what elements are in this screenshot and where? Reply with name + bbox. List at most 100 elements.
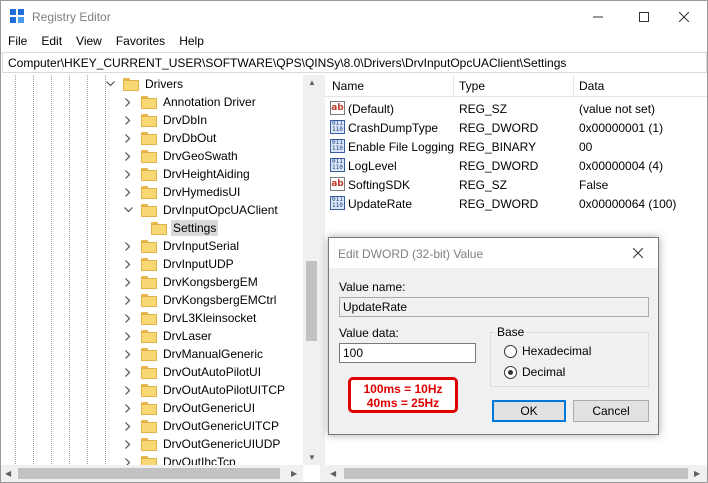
tree-item[interactable]: DrvKongsbergEM: [123, 273, 260, 291]
chevron-down-icon[interactable]: [105, 79, 115, 89]
list-row[interactable]: ab (Default) REG_SZ (value not set): [325, 99, 707, 118]
scroll-right-icon[interactable]: ▶: [694, 469, 700, 478]
tree-item-settings[interactable]: Settings: [151, 219, 219, 237]
tree-item[interactable]: DrvOutGenericUIUDP: [123, 435, 282, 453]
menu-help[interactable]: Help: [172, 32, 211, 51]
chevron-right-icon[interactable]: [123, 187, 133, 197]
cancel-button[interactable]: Cancel: [573, 400, 649, 422]
hexadecimal-radio[interactable]: Hexadecimal: [504, 344, 591, 358]
tree-item-label: Settings: [171, 220, 219, 236]
tree-item[interactable]: DrvOutGenericUI: [123, 399, 257, 417]
tree-item[interactable]: DrvDbOut: [123, 129, 218, 147]
scroll-right-icon[interactable]: ▶: [291, 469, 297, 478]
chevron-down-icon[interactable]: [123, 205, 133, 215]
value-type: REG_DWORD: [459, 197, 539, 211]
scrollbar-thumb[interactable]: [344, 468, 688, 479]
menu-favorites[interactable]: Favorites: [109, 32, 172, 51]
tree-item-label: DrvGeoSwath: [163, 149, 238, 163]
menu-view[interactable]: View: [69, 32, 109, 51]
chevron-right-icon[interactable]: [123, 439, 133, 449]
chevron-right-icon[interactable]: [123, 133, 133, 143]
tree-item[interactable]: DrvHymedisUI: [123, 183, 242, 201]
decimal-radio[interactable]: Decimal: [504, 365, 565, 379]
close-window-button[interactable]: [661, 1, 707, 32]
value-type: REG_SZ: [459, 178, 508, 192]
column-header-data[interactable]: Data: [579, 79, 604, 93]
chevron-right-icon[interactable]: [123, 169, 133, 179]
radio-unchecked-icon[interactable]: [504, 344, 517, 358]
chevron-right-icon[interactable]: [123, 97, 133, 107]
close-icon: [679, 11, 689, 22]
tree-item[interactable]: DrvOutAutoPilotUITCP: [123, 381, 287, 399]
binary-value-icon: 011 110: [330, 158, 345, 172]
update-rate-annotation: 100ms = 10Hz 40ms = 25Hz: [348, 377, 458, 413]
tree-item[interactable]: DrvLaser: [123, 327, 214, 345]
tree-item[interactable]: DrvGeoSwath: [123, 147, 240, 165]
address-bar[interactable]: Computer\HKEY_CURRENT_USER\SOFTWARE\QPS\…: [2, 52, 707, 73]
chevron-right-icon[interactable]: [123, 331, 133, 341]
tree-item-label: DrvOutAutoPilotUI: [163, 365, 262, 379]
tree-item-drvinputopcuaclient[interactable]: DrvInputOpcUAClient: [123, 201, 280, 219]
tree-item[interactable]: DrvKongsbergEMCtrl: [123, 291, 278, 309]
chevron-right-icon[interactable]: [123, 241, 133, 251]
scroll-left-icon[interactable]: ◀: [330, 469, 336, 478]
chevron-right-icon[interactable]: [123, 259, 133, 269]
value-type: REG_BINARY: [459, 140, 537, 154]
chevron-right-icon[interactable]: [123, 421, 133, 431]
tree-item[interactable]: DrvDbIn: [123, 111, 209, 129]
column-header-name[interactable]: Name: [332, 79, 364, 93]
scrollbar-thumb[interactable]: [306, 261, 317, 341]
column-header-type[interactable]: Type: [459, 79, 485, 93]
value-data: 0x00000064 (100): [579, 197, 677, 211]
chevron-right-icon[interactable]: [123, 295, 133, 305]
scroll-left-icon[interactable]: ◀: [5, 469, 11, 478]
list-row[interactable]: 011 110 CrashDumpType REG_DWORD 0x0000000…: [325, 118, 707, 137]
tree-item[interactable]: DrvOutGenericUITCP: [123, 417, 281, 435]
folder-icon: [141, 131, 157, 145]
scroll-down-icon[interactable]: ▼: [308, 453, 316, 462]
list-row[interactable]: 011 110 Enable File Logging REG_BINARY 00: [325, 137, 707, 156]
binary-value-icon: 011 110: [330, 196, 345, 210]
chevron-right-icon[interactable]: [123, 403, 133, 413]
ok-button[interactable]: OK: [492, 400, 566, 422]
chevron-right-icon[interactable]: [123, 115, 133, 125]
chevron-right-icon[interactable]: [123, 349, 133, 359]
value-data-field[interactable]: [339, 343, 476, 363]
tree-item[interactable]: DrvInputUDP: [123, 255, 236, 273]
folder-icon: [141, 401, 157, 415]
chevron-right-icon[interactable]: [123, 313, 133, 323]
tree-item-label: DrvLaser: [163, 329, 212, 343]
column-divider[interactable]: [573, 75, 574, 97]
folder-icon: [141, 95, 157, 109]
tree-item[interactable]: DrvOutAutoPilotUI: [123, 363, 263, 381]
value-type: REG_SZ: [459, 102, 508, 116]
chevron-right-icon[interactable]: [123, 277, 133, 287]
radio-checked-icon[interactable]: [504, 365, 517, 379]
tree-item-drivers[interactable]: Drivers: [105, 75, 185, 93]
menu-edit[interactable]: Edit: [34, 32, 69, 51]
chevron-right-icon[interactable]: [123, 385, 133, 395]
tree-horizontal-scrollbar[interactable]: ◀ ▶: [1, 465, 303, 482]
list-row[interactable]: 011 110 LogLevel REG_DWORD 0x00000004 (4): [325, 156, 707, 175]
scrollbar-thumb[interactable]: [18, 468, 280, 479]
tree-item[interactable]: DrvInputSerial: [123, 237, 241, 255]
tree-item[interactable]: DrvManualGeneric: [123, 345, 265, 363]
menu-file[interactable]: File: [1, 32, 34, 51]
list-row[interactable]: ab SoftingSDK REG_SZ False: [325, 175, 707, 194]
value-name-field[interactable]: [339, 297, 649, 317]
key-tree: Drivers Annotation Driver DrvDbIn DrvDbO…: [1, 75, 320, 482]
chevron-right-icon[interactable]: [123, 367, 133, 377]
tree-item[interactable]: Annotation Driver: [123, 93, 258, 111]
title-bar: Registry Editor: [1, 1, 707, 32]
minimize-button[interactable]: [575, 1, 621, 32]
dialog-close-button[interactable]: [629, 245, 647, 261]
tree-item[interactable]: DrvL3Kleinsocket: [123, 309, 258, 327]
chevron-right-icon[interactable]: [123, 151, 133, 161]
list-row[interactable]: 011 110 UpdateRate REG_DWORD 0x00000064 (…: [325, 194, 707, 213]
list-horizontal-scrollbar[interactable]: ◀ ▶: [325, 465, 707, 482]
tree-vertical-scrollbar[interactable]: ▲ ▼: [303, 75, 320, 465]
column-divider[interactable]: [453, 75, 454, 97]
tree-item[interactable]: DrvHeightAiding: [123, 165, 252, 183]
folder-icon: [151, 221, 167, 235]
scroll-up-icon[interactable]: ▲: [308, 78, 316, 87]
